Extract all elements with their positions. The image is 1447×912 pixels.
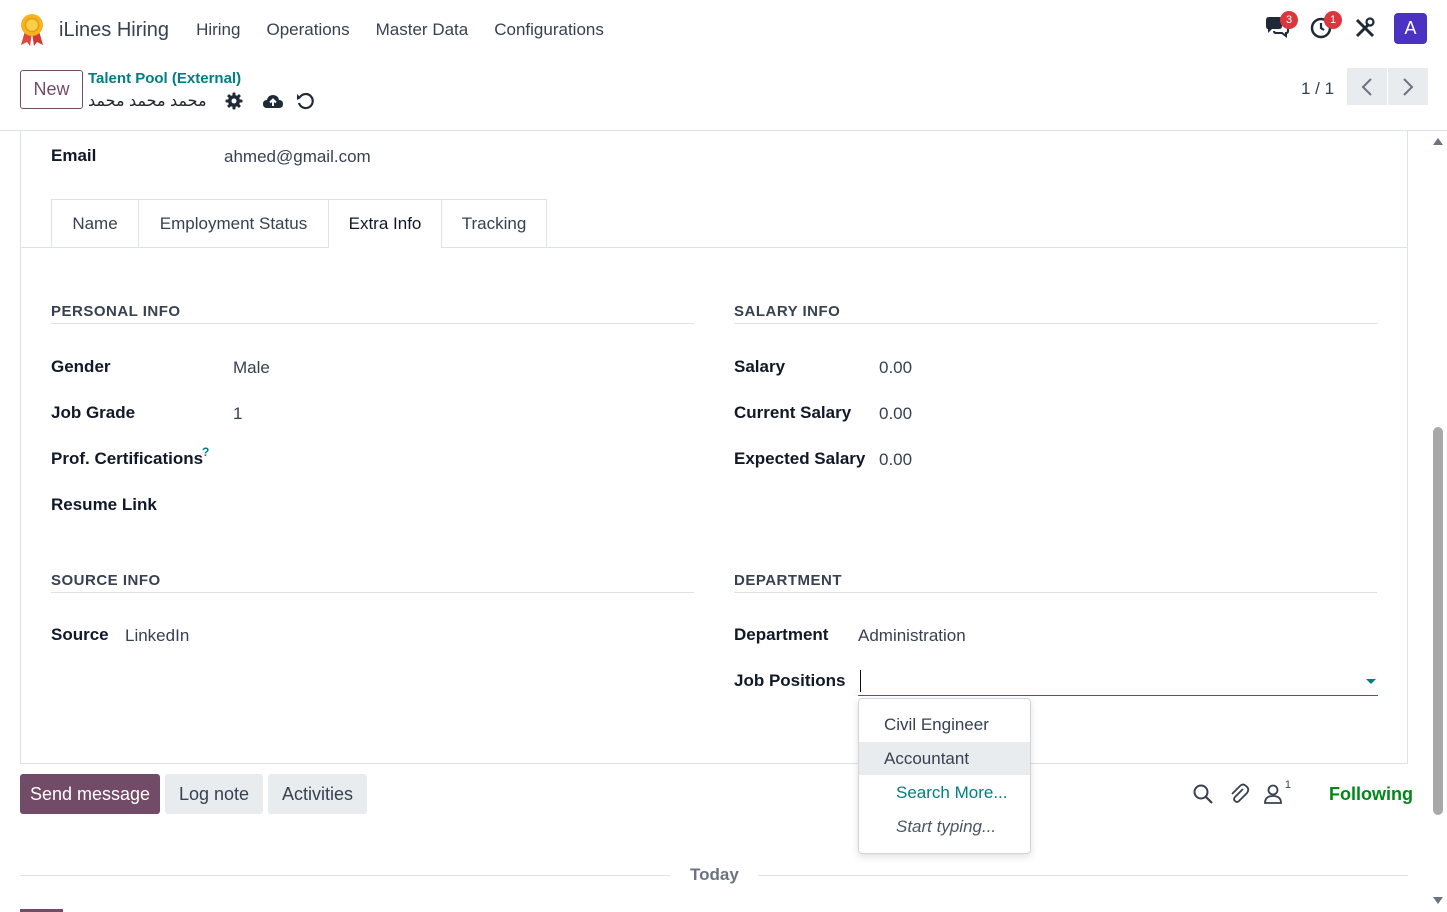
breadcrumb-parent[interactable]: Talent Pool (External)	[88, 70, 241, 87]
dropdown-option[interactable]: Civil Engineer	[859, 708, 1030, 741]
gear-icon	[225, 92, 243, 110]
search-more-link[interactable]: Search More...	[859, 776, 1030, 809]
pager-value[interactable]: 1 / 1	[1301, 79, 1334, 99]
tab-extra-info[interactable]: Extra Info	[328, 199, 442, 248]
job-grade-label: Job Grade	[51, 403, 136, 422]
job-positions-input[interactable]	[858, 666, 1378, 696]
scrollbar-thumb[interactable]	[1433, 427, 1443, 815]
job-grade-value[interactable]: 1	[233, 404, 242, 424]
search-icon	[1193, 784, 1213, 804]
caret-down-icon[interactable]	[1366, 679, 1376, 684]
search-more-label: Search More...	[896, 782, 1008, 802]
dropdown-option-label: Accountant	[884, 748, 970, 768]
current-salary-label: Current Salary	[734, 403, 852, 422]
start-typing-hint: Start typing...	[859, 810, 1030, 843]
user-icon	[1264, 784, 1282, 804]
tools-icon	[1355, 17, 1375, 38]
tab-name[interactable]: Name	[51, 199, 139, 247]
award-logo-icon	[18, 13, 46, 47]
chevron-left-icon	[1361, 77, 1372, 96]
pager-previous-button[interactable]	[1347, 68, 1387, 105]
menu-operations[interactable]: Operations	[253, 20, 362, 40]
undo-icon	[297, 92, 314, 110]
help-tooltip-icon[interactable]: ?	[202, 445, 209, 459]
source-label: Source	[51, 625, 109, 644]
user-avatar[interactable]: A	[1394, 12, 1427, 44]
source-value[interactable]: LinkedIn	[125, 626, 189, 646]
start-typing-label: Start typing...	[896, 816, 997, 836]
department-value[interactable]: Administration	[858, 626, 966, 646]
notebook-tabs: Name Employment Status Extra Info Tracki…	[21, 199, 1407, 248]
menu-hiring[interactable]: Hiring	[183, 20, 253, 40]
text-cursor	[860, 670, 861, 692]
source-info-title: SOURCE INFO	[51, 572, 161, 589]
menu-master-data[interactable]: Master Data	[363, 20, 482, 40]
page-scrollbar[interactable]	[1429, 131, 1447, 912]
save-button[interactable]	[262, 91, 284, 111]
dropdown-option-label: Civil Engineer	[884, 714, 989, 734]
current-salary-value[interactable]: 0.00	[879, 404, 912, 424]
gender-label: Gender	[51, 357, 111, 376]
main-menu: Hiring Operations Master Data Configurat…	[183, 20, 617, 40]
activities-button[interactable]: 1	[1306, 11, 1342, 44]
actions-gear-button[interactable]	[224, 91, 244, 111]
expected-salary-label: Expected Salary	[734, 449, 866, 468]
tab-tracking[interactable]: Tracking	[441, 199, 547, 247]
personal-info-title: PERSONAL INFO	[51, 303, 181, 320]
messages-badge: 3	[1280, 11, 1298, 29]
salary-label: Salary	[734, 357, 786, 376]
debug-tools-button[interactable]	[1350, 12, 1380, 44]
section-divider	[734, 323, 1377, 324]
activities-button[interactable]: Activities	[268, 774, 367, 814]
log-note-button[interactable]: Log note	[165, 774, 263, 814]
gender-value[interactable]: Male	[233, 358, 270, 378]
department-label: Department	[734, 625, 829, 644]
job-positions-dropdown: Civil Engineer Accountant Search More...…	[858, 698, 1031, 854]
job-positions-label: Job Positions	[734, 671, 846, 690]
app-brand[interactable]: iLines Hiring	[18, 13, 169, 47]
tab-employment-status[interactable]: Employment Status	[138, 199, 329, 247]
activities-badge: 1	[1324, 11, 1342, 29]
salary-info-title: SALARY INFO	[734, 303, 841, 320]
email-label: Email	[51, 146, 97, 165]
search-messages-button[interactable]	[1188, 778, 1218, 810]
resume-link-label: Resume Link	[51, 495, 157, 514]
salary-value[interactable]: 0.00	[879, 358, 912, 378]
new-button[interactable]: New	[20, 70, 83, 109]
paperclip-icon	[1231, 783, 1250, 803]
followers-button[interactable]: 1	[1258, 778, 1291, 810]
top-navbar: iLines Hiring Hiring Operations Master D…	[0, 0, 1447, 60]
discard-button[interactable]	[295, 91, 315, 111]
menu-configurations[interactable]: Configurations	[481, 20, 617, 40]
pager-next-button[interactable]	[1388, 68, 1428, 105]
scroll-up-arrow-icon[interactable]	[1432, 136, 1444, 146]
email-value[interactable]: ahmed@gmail.com	[224, 147, 371, 167]
expected-salary-value[interactable]: 0.00	[879, 450, 912, 470]
messages-button[interactable]: 3	[1262, 11, 1298, 44]
section-divider	[51, 592, 694, 593]
form-sheet: Email ahmed@gmail.com Name Employment St…	[20, 131, 1408, 764]
department-title: DEPARTMENT	[734, 572, 843, 589]
attachments-button[interactable]	[1224, 778, 1254, 810]
today-separator: Today	[690, 865, 739, 884]
breadcrumb-current: محمد محمد محمد	[88, 93, 207, 110]
dropdown-option[interactable]: Accountant	[859, 742, 1030, 775]
systray: 3 1 A	[1248, 11, 1427, 44]
date-divider-line	[758, 875, 1408, 876]
following-button[interactable]: Following	[1329, 784, 1413, 805]
app-name: iLines Hiring	[59, 18, 170, 41]
section-divider	[734, 592, 1377, 593]
followers-count: 1	[1284, 779, 1291, 791]
control-panel: New Talent Pool (External) محمد محمد محم…	[0, 60, 1447, 131]
send-message-button[interactable]: Send message	[20, 774, 160, 814]
cloud-upload-icon	[263, 95, 283, 108]
scroll-down-arrow-icon[interactable]	[1432, 896, 1444, 906]
chevron-right-icon	[1403, 77, 1414, 96]
certifications-label: Prof. Certifications	[51, 449, 204, 468]
section-divider	[51, 323, 694, 324]
date-divider-line	[20, 875, 670, 876]
